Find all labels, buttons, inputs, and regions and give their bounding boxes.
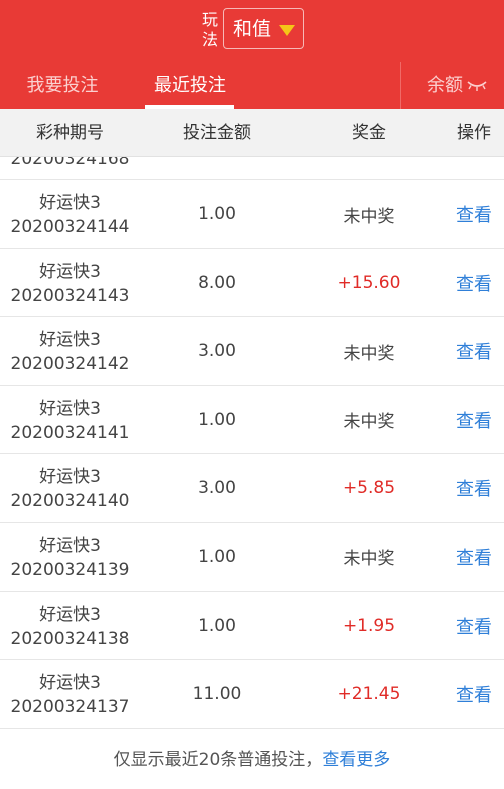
lottery-name: 好运快3 [39,193,101,213]
prize-value: 未中奖 [343,206,395,227]
lottery-name: 好运快3 [39,604,101,625]
view-button[interactable]: 查看 [444,660,504,728]
view-button[interactable]: 查看 [444,523,504,591]
bet-list: 好运快3 20200324144 1.00 未中奖 查看 好运快3 202003… [0,180,504,729]
bet-amount: 1.00 [198,546,236,567]
view-button[interactable]: 查看 [444,592,504,660]
lottery-name: 好运快3 [39,398,101,419]
bet-amount: 8.00 [198,272,236,293]
table-row: 好运快3 20200324137 11.00 +21.45 查看 [0,660,504,729]
issue-number: 20200324143 [10,285,130,306]
bet-amount: 1.00 [198,204,236,224]
issue-number: 20200324137 [10,697,130,718]
play-mode-value: 和值 [233,18,272,40]
table-row: 好运快3 20200324140 3.00 +5.85 查看 [0,454,504,523]
table-row-partial: 20200324168 [0,157,504,180]
play-mode-label-char-2: 法 [201,30,218,49]
issue-number: 20200324141 [10,422,130,443]
lottery-name: 好运快3 [39,467,101,488]
issue-number: 20200324139 [10,559,130,580]
caret-down-icon [279,25,295,36]
view-button[interactable]: 查看 [444,317,504,385]
prize-value: 未中奖 [343,343,395,364]
view-button[interactable]: 查看 [444,249,504,317]
tab-place-bet[interactable]: 我要投注 [0,62,125,109]
table-row: 好运快3 20200324144 1.00 未中奖 查看 [0,180,504,249]
tab-divider [400,62,401,109]
lottery-cell: 好运快3 20200324140 [0,465,140,513]
play-mode-label-char-1: 玩 [201,10,218,29]
lottery-name: 好运快3 [39,330,101,351]
lottery-name: 好运快3 [39,535,101,556]
table-row: 好运快3 20200324142 3.00 未中奖 查看 [0,317,504,386]
eye-closed-icon[interactable] [467,77,487,93]
issue-number: 20200324142 [10,354,130,375]
prize-value: 未中奖 [343,549,395,570]
footer-note: 仅显示最近20条普通投注，查看更多 [0,740,504,780]
play-mode-label: 玩 法 [201,10,219,50]
prize-value: +5.85 [342,478,396,499]
column-header-amount: 投注金额 [183,123,251,143]
column-header-prize: 奖金 [352,123,386,143]
view-button[interactable]: 查看 [444,180,504,248]
prize-value: +15.60 [337,272,401,293]
issue-number: 20200324140 [10,491,130,512]
lottery-name: 好运快3 [39,673,101,694]
table-row: 好运快3 20200324139 1.00 未中奖 查看 [0,522,504,592]
column-header-issue: 彩种期号 [36,123,104,143]
table-header: 彩种期号 投注金额 奖金 操作 [0,109,504,157]
lottery-cell: 好运快3 20200324137 [0,671,140,719]
lottery-cell: 好运快3 20200324144 [0,191,140,239]
lottery-cell: 好运快3 20200324143 [0,260,140,308]
table-row: 好运快3 20200324138 1.00 +1.95 查看 [0,591,504,661]
balance-toggle[interactable]: 余额 [427,62,463,109]
bet-amount: 3.00 [198,478,236,499]
footer-text: 仅显示最近20条普通投注， [113,750,323,770]
bet-amount: 3.00 [198,341,236,362]
issue-number: 20200324138 [10,628,130,649]
issue-number: 20200324168 [10,157,130,169]
prize-value: +21.45 [337,684,401,705]
play-mode-dropdown[interactable]: 和值 [223,8,304,49]
issue-number: 20200324144 [10,217,130,237]
lottery-name: 好运快3 [39,261,101,282]
lottery-cell: 好运快3 20200324142 [0,328,140,376]
lottery-cell: 好运快3 20200324138 [0,603,140,651]
lottery-cell: 好运快3 20200324141 [0,397,140,445]
bet-amount: 11.00 [192,684,242,705]
bet-amount: 1.00 [198,615,236,636]
column-header-action: 操作 [457,123,491,143]
lottery-cell: 好运快3 20200324139 [0,534,140,582]
view-button[interactable]: 查看 [444,386,504,454]
view-more-link[interactable]: 查看更多 [322,750,390,770]
bet-amount: 1.00 [198,409,236,430]
tab-recent-bets[interactable]: 最近投注 [145,62,235,109]
prize-value: +1.95 [342,615,396,636]
table-row: 好运快3 20200324141 1.00 未中奖 查看 [0,385,504,455]
prize-value: 未中奖 [343,412,395,433]
table-row: 好运快3 20200324143 8.00 +15.60 查看 [0,248,504,318]
top-bar: 玩 法 和值 [0,0,504,62]
view-button[interactable]: 查看 [444,454,504,522]
tab-bar: 我要投注 最近投注 余额 [0,62,504,109]
